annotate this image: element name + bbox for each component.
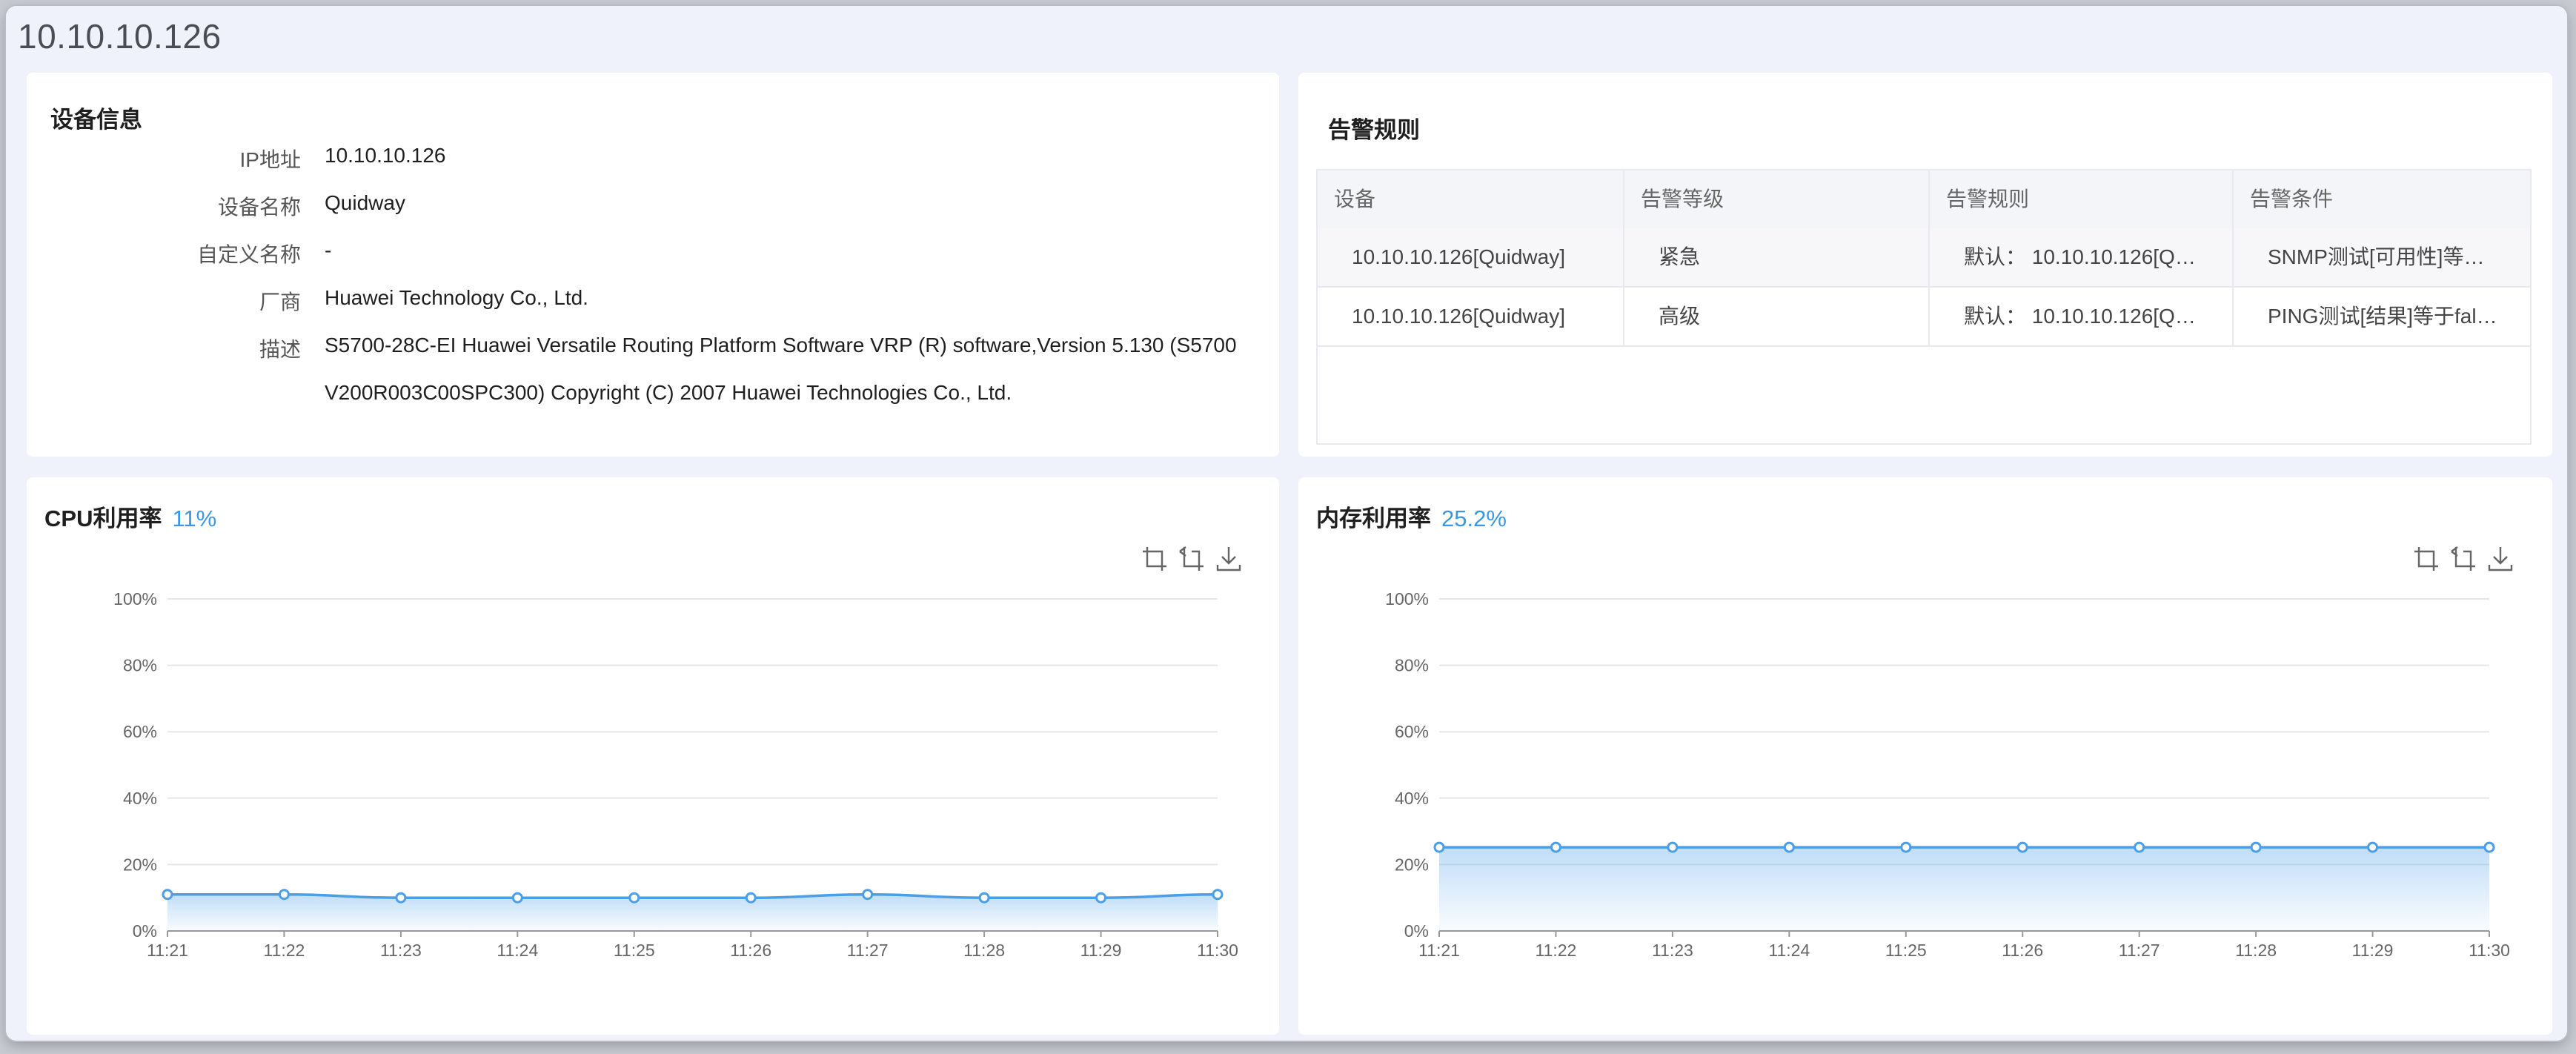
table-cell: 紧急	[1623, 228, 1928, 286]
info-value: Huawei Technology Co., Ltd.	[325, 286, 588, 309]
memory-usage-chart: 0% 20% 40% 60% 80% 100% 11:21 11:22 11:23 11:24 11…	[1385, 589, 2510, 960]
column-header-level[interactable]: 告警等级	[1623, 170, 1928, 228]
data-point	[511, 892, 523, 904]
data-point	[2016, 841, 2028, 853]
info-value: -	[325, 239, 332, 262]
x-tick-label: 11:30	[1197, 941, 1238, 960]
series-area	[1439, 847, 2489, 931]
info-row-custom-name: 自定义名称 -	[27, 239, 1272, 286]
x-tick-label: 11:21	[1418, 941, 1460, 960]
alarm-rules-table: 设备 告警等级 告警规则 告警条件 10.10.10.126[Quidway] …	[1316, 169, 2532, 445]
x-tick-label: 11:25	[614, 941, 655, 960]
y-tick-label: 40%	[1395, 789, 1429, 808]
x-tick-label: 11:21	[147, 941, 188, 960]
cpu-usage-chart: 0% 20% 40% 60% 80% 100% 11:21 11:22 11:23 11:24 11…	[113, 589, 1238, 960]
table-cell: 10.10.10.126[Quidway]	[1352, 245, 1565, 268]
data-point	[745, 892, 757, 904]
data-point	[1783, 841, 1795, 853]
x-tick-label: 11:28	[963, 941, 1005, 960]
x-tick-label: 11:26	[730, 941, 771, 960]
data-point	[1095, 892, 1107, 904]
x-tick-label: 11:29	[1080, 941, 1122, 960]
info-label: IP地址	[239, 148, 301, 171]
info-value: S5700-28C-EI Huawei Versatile Routing Pl…	[325, 334, 1237, 404]
data-point	[2483, 841, 2495, 853]
data-point	[2250, 841, 2262, 853]
table-row[interactable]: 10.10.10.126[Quidway] 紧急 默认： 10.10.10.12…	[1318, 228, 2530, 288]
y-tick-label: 100%	[113, 589, 157, 609]
x-tick-label: 11:28	[2235, 941, 2277, 960]
table-cell: 10.10.10.126[Quidway]	[1352, 305, 1565, 328]
data-point	[978, 892, 990, 904]
data-point	[278, 889, 290, 901]
table-cell: SNMP测试[可用性]等…	[2232, 228, 2530, 286]
column-header-condition[interactable]: 告警条件	[2232, 170, 2530, 228]
data-point	[1550, 841, 1561, 853]
info-value: Quidway	[325, 191, 405, 214]
info-row-ip: IP地址 10.10.10.126	[27, 144, 1272, 191]
alarm-rules-title: 告警规则	[1328, 117, 1420, 143]
y-tick-label: 80%	[123, 656, 157, 675]
device-info-title: 设备信息	[50, 107, 142, 133]
x-tick-label: 11:25	[1885, 941, 1927, 960]
data-point	[2134, 841, 2145, 853]
table-cell: 高级	[1623, 288, 1928, 345]
x-tick-label: 11:23	[1652, 941, 1693, 960]
table-cell: PING测试[结果]等于fal…	[2232, 288, 2530, 345]
data-point	[1667, 841, 1679, 853]
memory-chart-card: 内存利用率 25.2% 0% 20% 40% 60% 80% 100% 11:21 11:22 1…	[1298, 477, 2552, 1035]
x-tick-label: 11:24	[497, 941, 538, 960]
data-point	[628, 892, 640, 904]
x-tick-label: 11:30	[2469, 941, 2510, 960]
table-cell: 默认： 10.10.10.126[Q…	[1928, 228, 2232, 286]
table-row[interactable]: 10.10.10.126[Quidway] 高级 默认： 10.10.10.12…	[1318, 288, 2530, 347]
info-label: 描述	[259, 338, 301, 361]
page-title: 10.10.10.126	[18, 17, 222, 56]
y-tick-label: 20%	[1395, 855, 1429, 874]
y-tick-label: 0%	[133, 921, 157, 941]
data-point	[395, 892, 407, 904]
info-row-description: 描述 S5700-28C-EI Huawei Versatile Routing…	[27, 334, 1272, 437]
y-tick-label: 80%	[1395, 656, 1429, 675]
data-point	[162, 889, 173, 901]
data-point	[1212, 889, 1224, 901]
data-point	[1433, 841, 1445, 853]
x-tick-label: 11:27	[847, 941, 889, 960]
x-tick-label: 11:27	[2119, 941, 2160, 960]
y-tick-label: 40%	[123, 789, 157, 808]
table-header: 设备 告警等级 告警规则 告警条件	[1318, 170, 2530, 230]
info-label: 自定义名称	[196, 243, 301, 266]
device-info-card: 设备信息 IP地址 10.10.10.126 设备名称 Quidway 自定义名…	[27, 73, 1279, 457]
y-tick-label: 60%	[1395, 722, 1429, 741]
y-tick-label: 0%	[1404, 921, 1429, 941]
dashboard-window: 10.10.10.126 设备信息 IP地址 10.10.10.126 设备名称…	[6, 6, 2567, 1041]
y-tick-label: 60%	[123, 722, 157, 741]
series-area	[167, 894, 1218, 931]
x-tick-label: 11:24	[1768, 941, 1810, 960]
info-label: 设备名称	[217, 196, 301, 219]
y-tick-label: 100%	[1385, 589, 1429, 609]
info-value: 10.10.10.126	[325, 144, 446, 167]
data-point	[862, 889, 874, 901]
x-tick-label: 11:22	[1536, 941, 1577, 960]
alarm-rules-card: 告警规则 设备 告警等级 告警规则 告警条件 10.10.10.126[Quid…	[1298, 73, 2552, 457]
data-point	[2367, 841, 2379, 853]
column-header-rule[interactable]: 告警规则	[1928, 170, 2232, 228]
info-label: 厂商	[259, 291, 301, 314]
info-row-device-name: 设备名称 Quidway	[27, 191, 1272, 239]
x-tick-label: 11:26	[2002, 941, 2043, 960]
cpu-chart-card: CPU利用率 11% 0% 20% 40% 60% 80% 100% 11:21 11:22 11…	[27, 477, 1279, 1035]
y-tick-label: 20%	[123, 855, 157, 874]
table-cell: 默认： 10.10.10.126[Q…	[1928, 288, 2232, 345]
x-tick-label: 11:22	[264, 941, 305, 960]
x-tick-label: 11:29	[2352, 941, 2394, 960]
column-header-device[interactable]: 设备	[1318, 170, 1623, 228]
data-point	[1900, 841, 1912, 853]
x-tick-label: 11:23	[380, 941, 422, 960]
